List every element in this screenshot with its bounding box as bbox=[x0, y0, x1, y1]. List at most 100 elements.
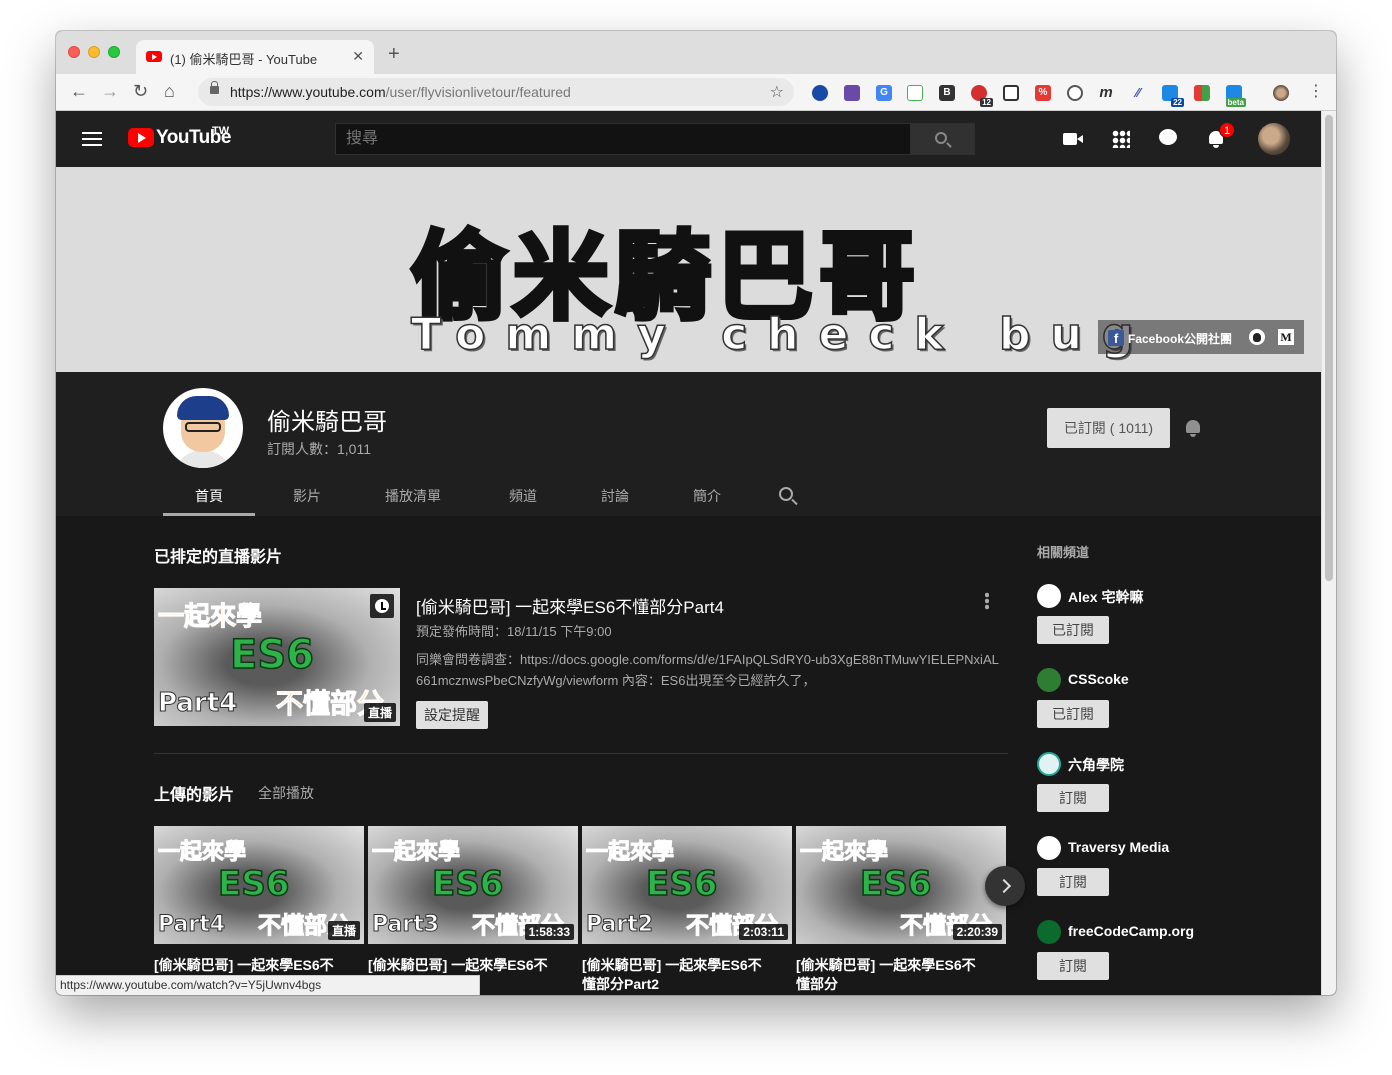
video-thumbnail[interactable]: 一起來學 ES6 Part4 不懂部分 直播 bbox=[154, 826, 364, 944]
video-title[interactable]: [偷米騎巴哥] 一起來學ES6不 bbox=[368, 956, 568, 975]
channel-avatar[interactable] bbox=[1037, 752, 1061, 776]
search-box bbox=[335, 123, 911, 155]
subscribed-button[interactable]: 已訂閱 ( 1011) bbox=[1047, 408, 1170, 448]
link-status-bar: https://www.youtube.com/watch?v=Y5jUwnv4… bbox=[56, 975, 480, 995]
set-reminder-button[interactable]: 設定提醒 bbox=[416, 701, 488, 729]
tab-home[interactable]: 首頁 bbox=[163, 476, 255, 516]
more-options-icon[interactable] bbox=[985, 592, 989, 610]
scrollbar-thumb[interactable] bbox=[1325, 115, 1333, 581]
maximize-window-button[interactable] bbox=[108, 46, 120, 58]
account-avatar[interactable] bbox=[1258, 123, 1290, 155]
reload-icon[interactable]: ↻ bbox=[133, 81, 148, 102]
new-tab-button[interactable]: + bbox=[388, 43, 400, 66]
tab-discussion[interactable]: 討論 bbox=[575, 476, 655, 516]
medium-icon[interactable]: M bbox=[1278, 329, 1294, 345]
tab-about[interactable]: 簡介 bbox=[667, 476, 747, 516]
channel-search-icon[interactable] bbox=[779, 487, 793, 501]
video-thumbnail[interactable]: 一起來學 ES6 Part3 不懂部分 1:58:33 bbox=[368, 826, 578, 944]
clock-icon bbox=[370, 594, 394, 618]
close-tab-icon[interactable]: ✕ bbox=[352, 48, 364, 65]
extension-icon[interactable]: 22 bbox=[1162, 85, 1184, 107]
browser-menu-icon[interactable]: ⋮ bbox=[1308, 81, 1324, 101]
tab-playlists[interactable]: 播放清單 bbox=[363, 476, 463, 516]
back-icon[interactable]: ← bbox=[70, 81, 88, 102]
banner-links: f Facebook公開社團 M bbox=[1098, 320, 1304, 354]
extension-icon[interactable]: m bbox=[1098, 85, 1114, 101]
extension-icon[interactable] bbox=[844, 85, 860, 101]
youtube-favicon-icon bbox=[146, 51, 162, 62]
related-channel: CSScoke 已訂閱 bbox=[1037, 668, 1237, 738]
translate-extension-icon[interactable]: G bbox=[876, 85, 892, 101]
video-title[interactable]: [偷米騎巴哥] 一起來學ES6不 bbox=[154, 956, 354, 975]
related-channel-name[interactable]: CSScoke bbox=[1068, 671, 1129, 687]
channel-avatar[interactable] bbox=[1037, 836, 1061, 860]
youtube-logo-icon[interactable] bbox=[128, 128, 154, 147]
channel-avatar[interactable] bbox=[1037, 584, 1061, 608]
menu-icon[interactable] bbox=[82, 132, 102, 146]
github-icon[interactable] bbox=[1249, 329, 1265, 345]
scheduled-video-thumbnail[interactable]: 一起來學 ES6 Part4 不懂部分 直播 bbox=[154, 588, 400, 726]
timer-extension-icon[interactable] bbox=[1067, 85, 1083, 101]
subscribe-button[interactable]: 已訂閱 bbox=[1037, 700, 1109, 728]
extension-icon[interactable]: 12 bbox=[971, 85, 993, 107]
extension-icon[interactable]: B bbox=[939, 85, 955, 101]
close-window-button[interactable] bbox=[68, 46, 80, 58]
address-bar[interactable]: https://www.youtube.com/user/flyvisionli… bbox=[198, 78, 794, 106]
banner-subtitle: Tommy check bug bbox=[410, 308, 1154, 361]
home-icon[interactable]: ⌂ bbox=[164, 81, 175, 102]
video-duration: 1:58:33 bbox=[524, 924, 574, 940]
notification-bell-icon[interactable] bbox=[1184, 419, 1202, 437]
bookmark-star-icon[interactable]: ☆ bbox=[770, 82, 784, 102]
carousel-next-icon[interactable] bbox=[985, 866, 1025, 906]
play-all-button[interactable]: 全部播放 bbox=[258, 783, 314, 803]
video-thumbnail[interactable]: 一起來學 ES6 Part2 不懂部分 2:03:11 bbox=[582, 826, 792, 944]
facebook-link[interactable]: Facebook公開社團 bbox=[1128, 330, 1232, 347]
tab-videos[interactable]: 影片 bbox=[267, 476, 347, 516]
related-channel-name[interactable]: Alex 宅幹嘛 bbox=[1068, 587, 1143, 607]
subscribe-button[interactable]: 訂閱 bbox=[1037, 784, 1109, 812]
url-text: https://www.youtube.com/user/flyvisionli… bbox=[230, 84, 571, 100]
channel-content: 已排定的直播影片 一起來學 ES6 Part4 不懂部分 直播 [偷米騎巴哥] … bbox=[56, 516, 1321, 995]
profile-avatar-icon[interactable] bbox=[1273, 85, 1289, 101]
minimize-window-button[interactable] bbox=[88, 46, 100, 58]
related-channel-name[interactable]: Traversy Media bbox=[1068, 839, 1169, 855]
tab-channels[interactable]: 頻道 bbox=[483, 476, 563, 516]
channel-name: 偷米騎巴哥 bbox=[267, 409, 387, 436]
channel-avatar[interactable] bbox=[163, 388, 243, 468]
create-video-icon[interactable] bbox=[1062, 128, 1084, 150]
screenshot-extension-icon[interactable] bbox=[1003, 85, 1019, 101]
scheduled-video-time: 預定發佈時間：18/11/15 下午9:00 bbox=[416, 624, 612, 639]
extension-icon[interactable] bbox=[812, 85, 828, 101]
extension-icon[interactable] bbox=[907, 85, 923, 101]
related-channel: Traversy Media 訂閱 bbox=[1037, 836, 1237, 906]
messages-icon[interactable] bbox=[1158, 128, 1180, 150]
apps-grid-icon[interactable] bbox=[1112, 130, 1130, 148]
tab-title: (1) 偷米騎巴哥 - YouTube bbox=[170, 52, 318, 67]
subscribe-button[interactable]: 訂閱 bbox=[1037, 952, 1109, 980]
facebook-icon[interactable]: f bbox=[1108, 330, 1124, 346]
scheduled-video-title[interactable]: [偷米騎巴哥] 一起來學ES6不懂部分Part4 bbox=[416, 593, 724, 618]
extension-icon[interactable]: ∕∕ bbox=[1130, 85, 1146, 101]
scheduled-video-description: 同樂會問卷調查：https://docs.google.com/forms/d/… bbox=[416, 652, 999, 688]
forward-icon[interactable]: → bbox=[101, 81, 119, 102]
channel-avatar[interactable] bbox=[1037, 920, 1061, 944]
video-thumbnail[interactable]: 一起來學 ES6 不懂部分 2:20:39 bbox=[796, 826, 1006, 944]
page-scrollbar[interactable] bbox=[1321, 111, 1336, 995]
browser-tab[interactable]: (1) 偷米騎巴哥 - YouTube ✕ bbox=[136, 40, 374, 74]
video-title[interactable]: [偷米騎巴哥] 一起來學ES6不懂部分Part2 bbox=[582, 956, 772, 994]
video-title[interactable]: [偷米騎巴哥] 一起來學ES6不懂部分 bbox=[796, 956, 986, 994]
youtube-header: YouTube TW 1 bbox=[56, 111, 1321, 167]
search-button[interactable] bbox=[910, 123, 975, 155]
subscribe-button[interactable]: 已訂閱 bbox=[1037, 616, 1109, 644]
channel-avatar[interactable] bbox=[1037, 668, 1061, 692]
uploads-section-title[interactable]: 上傳的影片 bbox=[154, 781, 234, 805]
channel-header: 偷米騎巴哥 訂閱人數：1,011 已訂閱 ( 1011) 首頁 影片 播放清單 … bbox=[56, 372, 1321, 516]
extension-icon[interactable] bbox=[1194, 85, 1210, 101]
section-divider bbox=[154, 753, 1008, 754]
subscribe-button[interactable]: 訂閱 bbox=[1037, 868, 1109, 896]
extension-icon[interactable]: % bbox=[1035, 85, 1051, 101]
search-input[interactable] bbox=[336, 124, 910, 154]
related-channel-name[interactable]: 六角學院 bbox=[1068, 755, 1124, 775]
related-channel-name[interactable]: freeCodeCamp.org bbox=[1068, 923, 1194, 939]
extension-icon[interactable]: beta bbox=[1225, 85, 1246, 107]
